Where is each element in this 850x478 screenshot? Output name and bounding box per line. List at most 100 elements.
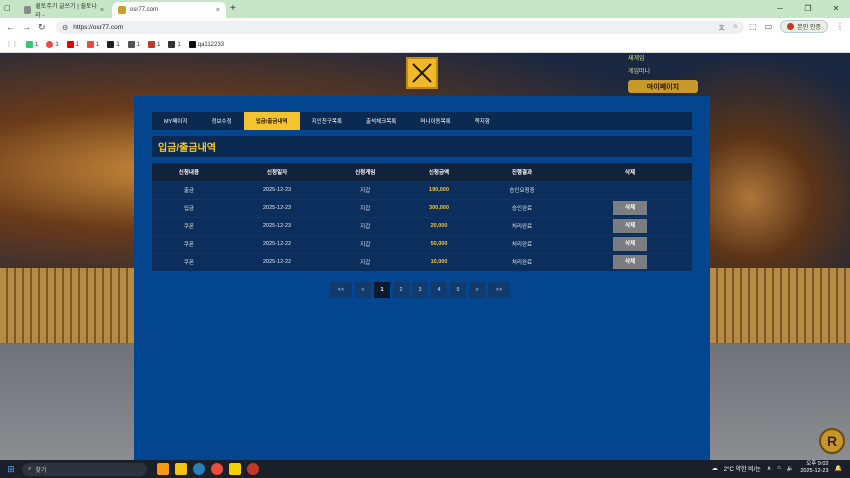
cell-game: 지갑 — [328, 180, 403, 199]
close-tab-icon[interactable]: × — [100, 7, 104, 14]
app-icon[interactable] — [157, 463, 169, 475]
url-text: https://osr77.com — [73, 24, 124, 31]
maximize-icon[interactable]: ❐ — [794, 0, 822, 18]
clock-time: 오후 9:02 — [806, 461, 829, 467]
page-1-button[interactable]: 1 — [374, 282, 390, 298]
prev-page-button[interactable]: < — [355, 282, 371, 298]
bookmark-label: 1 — [96, 41, 100, 48]
new-tab-icon[interactable]: + — [230, 3, 236, 14]
tab-attendance[interactable]: 출석체크목록 — [354, 112, 408, 130]
edge-icon[interactable] — [193, 463, 205, 475]
bookmark-item[interactable]: 1 — [107, 41, 120, 48]
back-icon[interactable]: ← — [6, 22, 15, 32]
bookmark-item[interactable]: 1 — [26, 41, 38, 48]
kakaotalk-icon[interactable] — [229, 463, 241, 475]
delete-button[interactable]: 삭제 — [613, 219, 648, 233]
sidepanel-icon[interactable]: ▭ — [765, 22, 773, 31]
bookmark-item[interactable]: 1 — [168, 41, 181, 48]
tab-edit-info[interactable]: 정보수정 — [199, 112, 243, 130]
table-row: 쿠폰 2025-12-22 지갑 10,000 처리완료 삭제 — [152, 252, 692, 271]
bookmarks-bar: ⋮⋮ 1 1 1 1 1 1 1 1 qa112233 — [0, 37, 850, 53]
table-row: 입금 2025-12-23 지갑 300,000 승인완료 삭제 — [152, 198, 692, 217]
window-controls: ─ ❐ ✕ — [766, 0, 850, 18]
page-2-button[interactable]: 2 — [393, 282, 409, 298]
profile-label: 본인 인증 — [797, 25, 821, 31]
column-header: 신청일자 — [225, 163, 329, 181]
clock[interactable]: 오후 9:02 2025-12-23 — [800, 461, 828, 475]
close-window-icon[interactable]: ✕ — [822, 0, 850, 18]
bookmark-favicon-icon — [46, 41, 54, 48]
chevron-up-icon[interactable]: ∧ — [767, 465, 771, 472]
coin-stacks-image — [0, 268, 135, 343]
weather-text[interactable]: 2°C 약한 비/눈 — [724, 464, 761, 473]
site-favicon-icon — [118, 6, 126, 14]
tab-friends[interactable]: 지인친구목록 — [300, 112, 354, 130]
volume-icon[interactable]: 🔈 — [787, 465, 794, 472]
table-row: 출금 2025-12-23 지갑 190,000 승인요청중 — [152, 180, 692, 199]
bookmark-label: 1 — [157, 41, 161, 48]
bookmark-item[interactable]: 1 — [46, 41, 59, 48]
taskbar-search[interactable]: ⌕ 찾기 — [22, 462, 147, 476]
system-tray: ☁ 2°C 약한 비/눈 ∧ ⌂ 🔈 오후 9:02 2025-12-23 🔔 — [712, 461, 842, 475]
column-header: 신청금액 — [402, 163, 476, 181]
site-info-icon[interactable]: ⚙ — [62, 24, 68, 32]
chrome-icon[interactable] — [211, 463, 223, 475]
tab-deposit-withdraw[interactable]: 입금/출금내역 — [243, 112, 300, 130]
address-bar[interactable]: ⚙ https://osr77.com 文 ☆ — [56, 21, 744, 34]
cell-game: 지갑 — [328, 216, 403, 235]
bookmark-favicon-icon — [168, 41, 176, 48]
bookmark-label: 1 — [177, 41, 181, 48]
browser-tab-2[interactable]: osr77.com × — [112, 2, 226, 18]
bookmark-item[interactable]: 1 — [66, 41, 80, 48]
cell-delete: 삭제 — [568, 234, 692, 253]
page-3-button[interactable]: 3 — [412, 282, 428, 298]
page-4-button[interactable]: 4 — [431, 282, 447, 298]
bookmark-favicon-icon — [107, 41, 115, 48]
forward-icon[interactable]: → — [22, 22, 31, 32]
bookmark-label: qa112233 — [197, 41, 224, 48]
last-page-button[interactable]: >> — [488, 282, 510, 298]
floating-logo-button[interactable]: R — [819, 428, 845, 454]
delete-button[interactable]: 삭제 — [613, 201, 648, 215]
delete-button[interactable]: 삭제 — [613, 237, 648, 251]
next-page-button[interactable]: > — [469, 282, 485, 298]
tab-money-transfer[interactable]: 머니이동목록 — [408, 112, 462, 130]
bookmark-item[interactable]: 1 — [127, 41, 140, 48]
extensions-icon[interactable]: ⬚ — [749, 22, 757, 31]
chrome-icon[interactable] — [247, 463, 259, 475]
file-explorer-icon[interactable] — [175, 463, 187, 475]
youtube-icon — [66, 41, 74, 48]
bookmark-item[interactable]: 1 — [87, 41, 99, 48]
apps-icon[interactable]: ⋮⋮ — [6, 41, 18, 48]
tab-messages[interactable]: 쪽지함 — [463, 112, 502, 130]
bookmark-item[interactable]: 1 — [148, 41, 160, 48]
avatar — [787, 23, 795, 30]
cell-amount: 10,000 — [402, 252, 476, 271]
windows-start-icon[interactable]: ⊞ — [0, 464, 22, 475]
close-modal-button[interactable] — [406, 57, 438, 89]
bookmark-item[interactable]: qa112233 — [188, 41, 224, 48]
tab-search-icon[interactable]: ▢ — [4, 4, 14, 14]
notification-bell-icon[interactable]: 🔔 — [835, 465, 842, 472]
cell-delete — [568, 180, 692, 199]
bookmark-star-icon[interactable]: ☆ — [733, 23, 738, 32]
reload-icon[interactable]: ↻ — [38, 22, 46, 33]
tab-title: osr77.com — [130, 7, 159, 13]
network-icon[interactable]: ⌂ — [777, 465, 781, 471]
delete-button[interactable]: 삭제 — [613, 255, 648, 270]
column-header: 신청게임 — [328, 163, 403, 181]
history-table: 신청내용 신청일자 신청게임 신청금액 진행결과 삭제 출금 2025-12-23… — [152, 163, 692, 271]
translate-icon[interactable]: 文 — [719, 23, 725, 32]
browser-tab-1[interactable]: 쉴토주기 글쓰기 | 쉴토나라 - × — [18, 2, 110, 19]
first-page-button[interactable]: << — [330, 282, 352, 298]
tab-mypage[interactable]: MY페이지 — [152, 112, 199, 130]
menu-icon[interactable]: ⋮ — [836, 22, 844, 31]
tiktok-icon — [188, 41, 196, 48]
mypage-button[interactable]: 마이페이지 — [628, 80, 698, 93]
bookmark-label: 1 — [75, 41, 80, 48]
bookmark-favicon-icon — [87, 41, 95, 48]
page-5-button[interactable]: 5 — [450, 282, 466, 298]
profile-button[interactable]: 본인 인증 — [780, 20, 828, 33]
minimize-icon[interactable]: ─ — [766, 0, 794, 18]
close-tab-icon[interactable]: × — [216, 7, 220, 14]
